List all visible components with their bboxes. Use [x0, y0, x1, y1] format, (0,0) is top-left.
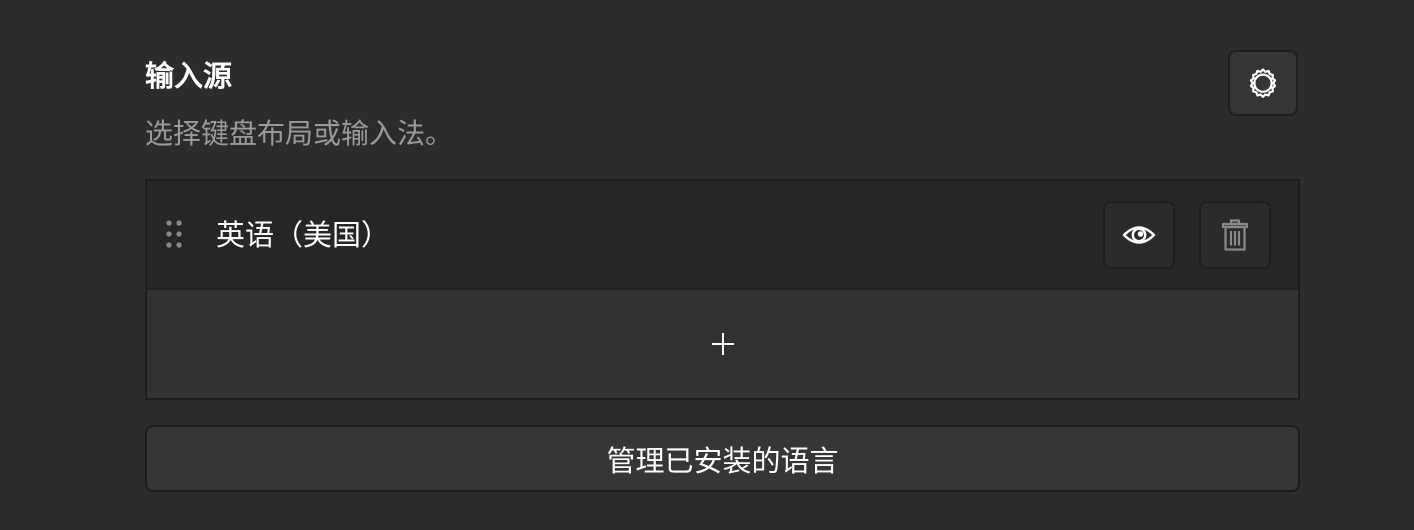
- input-source-list: 英语（美国）: [145, 179, 1300, 400]
- remove-input-source-button[interactable]: [1199, 201, 1271, 269]
- section-subtitle: 选择键盘布局或输入法。: [145, 117, 454, 150]
- input-source-item: 英语（美国）: [147, 181, 1298, 290]
- input-source-label: 英语（美国）: [216, 218, 391, 252]
- plus-icon: [711, 333, 734, 355]
- preview-layout-button[interactable]: [1103, 201, 1175, 269]
- input-sources-header: 输入源 选择键盘布局或输入法。: [145, 50, 1300, 162]
- section-title: 输入源: [145, 59, 233, 93]
- drag-handle-icon[interactable]: [164, 219, 184, 251]
- trash-icon: [1221, 219, 1249, 251]
- add-input-source-button[interactable]: [147, 290, 1298, 398]
- eye-icon: [1122, 226, 1156, 244]
- manage-installed-languages-button[interactable]: 管理已安装的语言: [145, 425, 1300, 492]
- input-settings-button[interactable]: [1228, 50, 1298, 116]
- input-sources-page: 输入源 选择键盘布局或输入法。 英语（美国） 管理已安装的语言: [0, 0, 1414, 530]
- gear-icon: [1249, 68, 1277, 98]
